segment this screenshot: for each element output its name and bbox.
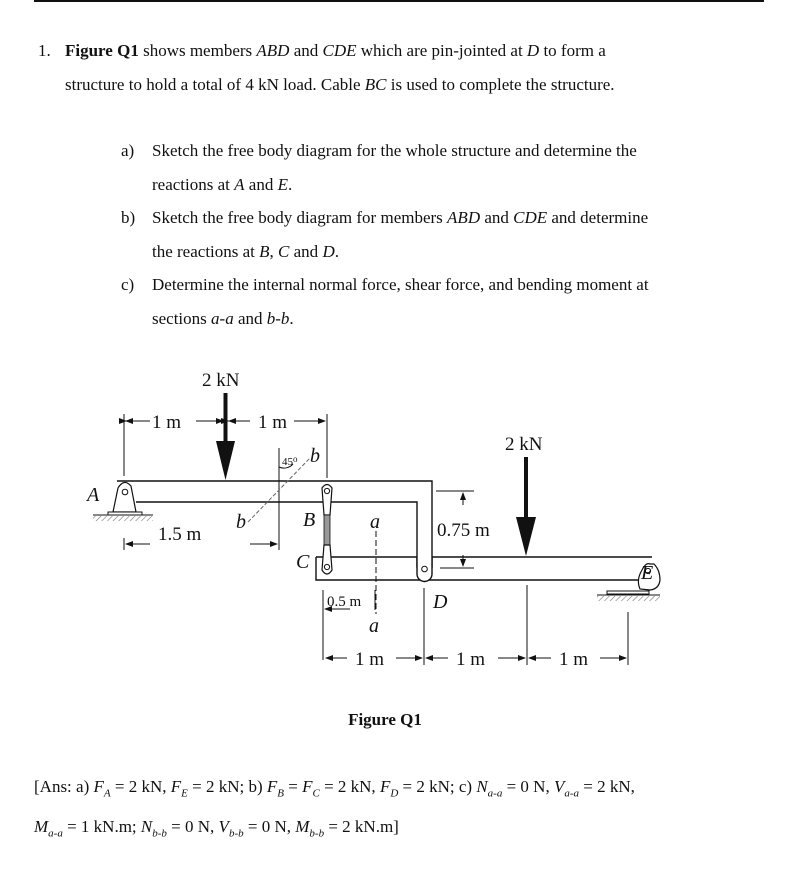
text: = 0 N,: [166, 817, 219, 837]
dim-bottom-1: 1 m: [355, 649, 384, 670]
dim-bottom-3: 1 m: [559, 649, 588, 670]
var: F: [170, 777, 182, 796]
text: = 2 kN,: [110, 777, 171, 796]
dim-load-b: 1 m: [258, 412, 287, 433]
section-b-top: b: [310, 445, 320, 467]
label-e: E: [640, 562, 653, 584]
sub: a-a: [564, 787, 580, 800]
answer-text: [Ans: a) FA = 2 kN, FE = 2 kN; b) FB = F…: [34, 770, 774, 851]
var: F: [266, 777, 278, 796]
sub: b-b: [309, 827, 325, 840]
var: M: [295, 817, 310, 837]
sub: b-b: [228, 827, 244, 840]
text: = 2 kN; c): [398, 777, 477, 796]
label-b: B: [303, 509, 315, 531]
text: = 2 kN.m]: [324, 817, 399, 837]
var: N: [476, 777, 488, 796]
pin-d: [416, 557, 433, 583]
label-d: D: [432, 591, 448, 613]
sub: A: [103, 787, 111, 800]
sub: b-b: [152, 827, 167, 840]
section-a-top: a: [370, 511, 380, 533]
text: = 0 N,: [502, 777, 554, 796]
load-arrow-1: [216, 393, 235, 480]
sub: B: [277, 787, 284, 800]
var: V: [553, 777, 565, 796]
sub: a-a: [48, 827, 63, 840]
var: F: [302, 777, 313, 796]
text: = 0 N,: [243, 817, 296, 837]
section-b-bottom: b: [236, 511, 246, 533]
figure-caption: Figure Q1: [348, 710, 422, 729]
text: = 2 kN; b): [187, 777, 267, 796]
dim-bottom-2: 1 m: [456, 649, 485, 670]
section-a-bottom: a: [369, 615, 379, 637]
dim-a-load: 1 m: [152, 412, 181, 433]
text: = 1 kN.m;: [62, 817, 141, 837]
var: F: [93, 777, 104, 796]
dim-1-5: [123, 448, 280, 550]
var: M: [34, 817, 49, 837]
sub: E: [181, 787, 188, 800]
sub: C: [312, 787, 320, 800]
text: =: [283, 777, 303, 796]
label-a: A: [85, 484, 100, 506]
dim-a-bb: 1.5 m: [158, 524, 202, 545]
text: = 2 kN,: [579, 777, 635, 796]
var: F: [379, 777, 391, 796]
text: [Ans: a): [34, 777, 94, 796]
angle-label: 45o: [282, 454, 298, 468]
var: V: [218, 817, 229, 837]
dim-c-aa: 0.5 m: [327, 594, 362, 610]
text: = 2 kN,: [319, 777, 380, 796]
load-arrow-2: [516, 457, 536, 556]
load-label-1: 2 kN: [202, 370, 240, 391]
figure-q1: A E B C D 2 kN 2 kN 1 m 1 m 1.5 m 45o b …: [85, 370, 661, 670]
cable-bc: [321, 483, 333, 575]
var: N: [140, 817, 153, 837]
label-c: C: [296, 551, 310, 573]
load-label-2: 2 kN: [505, 434, 543, 455]
member-cde: [315, 556, 652, 581]
dim-height-label: 0.75 m: [437, 520, 490, 541]
sub: a-a: [487, 787, 503, 800]
